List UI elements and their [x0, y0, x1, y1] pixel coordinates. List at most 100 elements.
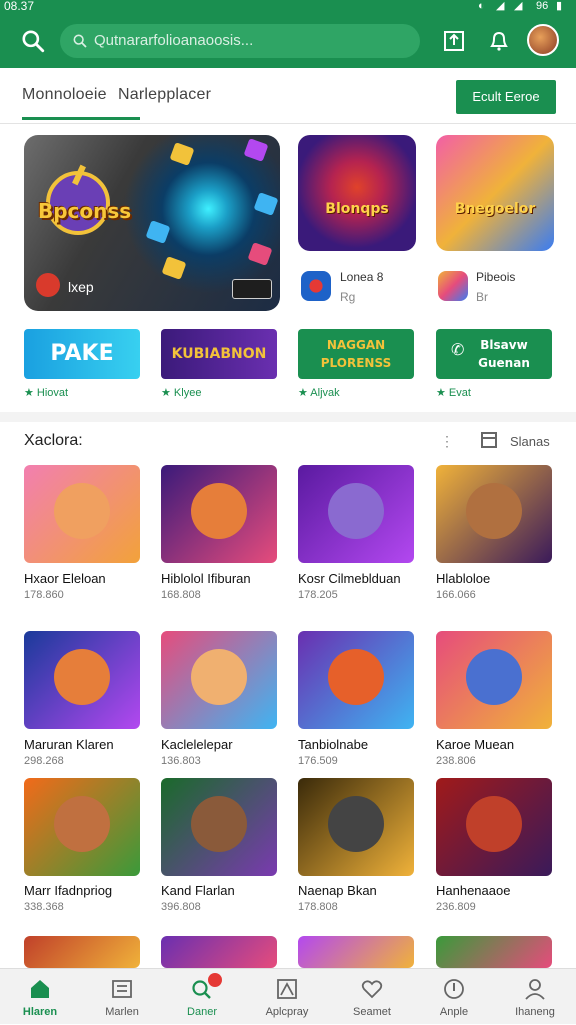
- search-input[interactable]: Qutnararfolioanaoosis...: [60, 24, 420, 58]
- game-character-art: [54, 649, 110, 705]
- nav-item-games[interactable]: Daner: [162, 969, 242, 1025]
- game-tile[interactable]: [298, 936, 414, 968]
- game-character-art: [466, 483, 522, 539]
- home-icon: [31, 980, 49, 998]
- featured-card[interactable]: Blonqps: [298, 135, 416, 251]
- bell-icon[interactable]: [487, 29, 511, 53]
- game-tile[interactable]: [298, 778, 414, 876]
- hero-card[interactable]: Bpconss lxep: [24, 135, 280, 311]
- signal-icon: ◢: [514, 0, 523, 12]
- nav-label: Hlaren: [22, 1006, 58, 1018]
- promo-banner[interactable]: PAKE: [24, 329, 140, 379]
- nav-item-list[interactable]: Marlen: [82, 969, 162, 1025]
- game-name[interactable]: Karoe Muean: [436, 737, 514, 752]
- game-name[interactable]: Hlabloloe: [436, 571, 490, 586]
- tab-narlepplacer[interactable]: Narlepplacer: [118, 86, 211, 104]
- game-size: 136.803: [161, 755, 201, 767]
- game-character-art: [191, 483, 247, 539]
- game-tile[interactable]: [161, 631, 277, 729]
- status-bar: 08.37 ◐ ◢ ◢ 96 ▮: [0, 0, 576, 14]
- nav-item-explore[interactable]: Anple: [414, 969, 494, 1025]
- compass-icon: [444, 979, 464, 999]
- game-size: 176.509: [298, 755, 338, 767]
- hero-title: Bpconss: [38, 199, 132, 223]
- game-name[interactable]: Kosr Cilmeblduan: [298, 571, 401, 586]
- more-icon[interactable]: ⋮: [440, 433, 454, 450]
- status-time: 08.37: [4, 0, 35, 13]
- nav-item-account[interactable]: Ihaneng: [495, 969, 575, 1025]
- nav-item-home[interactable]: Hlaren: [0, 969, 80, 1025]
- nav-item-apps[interactable]: Aplcpray: [247, 969, 327, 1025]
- search-placeholder: Qutnararfolioanaoosis...: [94, 32, 254, 49]
- game-name[interactable]: Kand Flarlan: [161, 883, 235, 898]
- tab-monnoloeie[interactable]: Monnoloeie: [22, 86, 107, 104]
- nav-label: Ihaneng: [515, 1006, 555, 1018]
- game-tile[interactable]: [298, 631, 414, 729]
- game-size: 236.809: [436, 901, 476, 913]
- game-name[interactable]: Naenap Bkan: [298, 883, 377, 898]
- battery-icon: ▮: [556, 0, 563, 12]
- section-divider: [0, 412, 576, 422]
- promo-banner[interactable]: KUBIABNON: [161, 329, 277, 379]
- banner-rating: ★ Hiovat: [24, 387, 69, 399]
- tab-bar: Monnoloeie Narlepplacer Ecult Eeroe: [0, 68, 576, 124]
- game-character-art: [54, 796, 110, 852]
- game-tile[interactable]: [436, 465, 552, 563]
- featured-meta-sub: Rg: [340, 290, 356, 304]
- search-icon[interactable]: [20, 28, 46, 54]
- game-tile[interactable]: [436, 778, 552, 876]
- game-size: 166.066: [436, 589, 476, 601]
- avatar[interactable]: [527, 24, 559, 56]
- game-character-art: [466, 796, 522, 852]
- game-name[interactable]: Tanbiolnabe: [298, 737, 368, 752]
- game-size: 178.808: [298, 901, 338, 913]
- game-name[interactable]: Marr Ifadnpriog: [24, 883, 112, 898]
- banner-rating: ★ Aljvak: [298, 387, 340, 399]
- nav-item-favorites[interactable]: Seamet: [332, 969, 412, 1025]
- game-tile[interactable]: [298, 465, 414, 563]
- game-tile[interactable]: [24, 631, 140, 729]
- nav-label: Marlen: [105, 1006, 139, 1018]
- nav-label: Seamet: [353, 1006, 391, 1018]
- game-tile[interactable]: [24, 778, 140, 876]
- game-size: 298.268: [24, 755, 64, 767]
- game-tile[interactable]: [24, 936, 140, 968]
- grid-icon[interactable]: [481, 432, 497, 448]
- game-character-art: [328, 483, 384, 539]
- hero-subtitle: lxep: [68, 279, 94, 295]
- heart-icon: [361, 980, 383, 999]
- game-tile[interactable]: [436, 936, 552, 968]
- section-action[interactable]: Slanas: [510, 434, 550, 449]
- game-size: 178.860: [24, 589, 64, 601]
- nav-label: Aplcpray: [265, 1006, 309, 1018]
- promo-banner[interactable]: NAGGAN PLORENSS: [298, 329, 414, 379]
- game-character-art: [54, 483, 110, 539]
- list-icon: [112, 980, 132, 998]
- gem-icon: [169, 142, 195, 166]
- game-name[interactable]: Hxaor Eleloan: [24, 571, 106, 586]
- featured-card[interactable]: Bnegoelor: [436, 135, 554, 251]
- download-icon[interactable]: [442, 29, 466, 53]
- game-tile[interactable]: [436, 631, 552, 729]
- game-tile[interactable]: [161, 778, 277, 876]
- game-tile[interactable]: [161, 465, 277, 563]
- apps-icon: [277, 979, 297, 999]
- active-tab-indicator: [22, 117, 140, 120]
- game-name[interactable]: Hanhenaaoe: [436, 883, 510, 898]
- phone-icon: ✆: [451, 342, 465, 359]
- bottom-nav: Hlaren Marlen Daner Aplcpray Seamet Anpl…: [0, 968, 576, 1024]
- hero-badge: [232, 279, 272, 299]
- game-size: 178.205: [298, 589, 338, 601]
- signal-icon: ◢: [496, 0, 505, 12]
- game-name[interactable]: Maruran Klaren: [24, 737, 114, 752]
- game-tile[interactable]: [161, 936, 277, 968]
- game-character-art: [191, 649, 247, 705]
- game-name[interactable]: Hiblolol Ifiburan: [161, 571, 251, 586]
- game-character-art: [328, 796, 384, 852]
- app-bar: Qutnararfolioanaoosis...: [0, 14, 576, 68]
- gem-icon: [247, 242, 273, 266]
- game-tile[interactable]: [24, 465, 140, 563]
- game-size: 168.808: [161, 589, 201, 601]
- games-button[interactable]: Ecult Eeroe: [456, 80, 556, 114]
- game-name[interactable]: Kaclelelepar: [161, 737, 233, 752]
